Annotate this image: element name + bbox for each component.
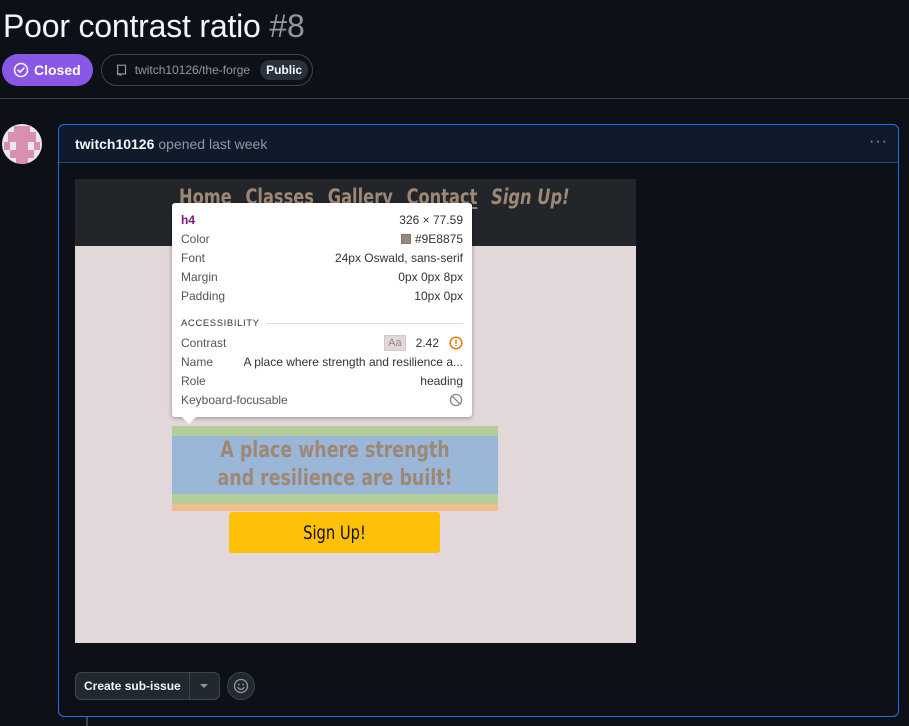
tooltip-tag: h4 <box>181 213 196 227</box>
tooltip-row-padding: Padding 10px 0px <box>181 288 463 303</box>
tooltip-row-role: Role heading <box>181 373 463 388</box>
check-circle-icon <box>13 62 29 78</box>
repo-icon <box>116 64 126 77</box>
screenshot-nav-signup: Sign Up! <box>491 185 570 209</box>
tooltip-row-margin: Margin 0px 0px 8px <box>181 269 463 284</box>
smiley-icon <box>233 678 248 694</box>
issue-number: #8 <box>269 8 305 44</box>
devtools-inspect-tooltip: h4 326 × 77.59 Color #9E8875 Font 24px O… <box>172 203 472 424</box>
tooltip-row-color: Color #9E8875 <box>181 231 463 246</box>
issue-meta: Closed twitch10126/the-forge Public <box>2 54 314 86</box>
comment-screenshot[interactable]: Home Classes Gallery Contact Sign Up! A … <box>75 179 636 643</box>
warning-icon <box>449 335 463 350</box>
issue-comment: twitch10126 opened last week ··· Home Cl… <box>58 124 899 717</box>
avatar[interactable] <box>2 124 42 164</box>
not-focusable-icon <box>449 393 463 406</box>
timeline-line <box>86 717 88 726</box>
create-sub-issue-button[interactable]: Create sub-issue <box>76 673 190 699</box>
header-divider <box>0 98 909 99</box>
tooltip-row-name: Name A place where strength and resilien… <box>181 354 463 369</box>
status-label: Closed <box>34 62 81 78</box>
repo-link[interactable]: twitch10126/the-forge Public <box>100 54 314 86</box>
screenshot-heading: A place where strength and resilience ar… <box>217 438 453 491</box>
create-sub-issue-dropdown[interactable] <box>190 673 219 699</box>
contrast-sample: Aa <box>384 334 406 351</box>
tooltip-accessibility-section: ACCESSIBILITY <box>181 313 463 333</box>
comment-actions: Create sub-issue <box>75 672 255 700</box>
tooltip-row-focusable: Keyboard-focusable <box>181 390 463 409</box>
screenshot-signup-button: Sign Up! <box>229 512 440 553</box>
comment-author[interactable]: twitch10126 <box>75 136 154 152</box>
comment-header: twitch10126 opened last week <box>59 125 898 163</box>
issue-title-text: Poor contrast ratio <box>3 8 261 44</box>
screenshot-heading-highlight: A place where strength and resilience ar… <box>172 426 498 511</box>
add-reaction-button[interactable] <box>226 672 255 700</box>
contrast-value: 2.42 <box>415 335 439 350</box>
tooltip-row-font: Font 24px Oswald, sans-serif <box>181 250 463 265</box>
visibility-badge: Public <box>260 60 309 80</box>
comment-action: opened last week <box>158 135 268 152</box>
tooltip-size: 326 × 77.59 <box>399 213 463 227</box>
issue-title: Poor contrast ratio #8 <box>3 8 305 45</box>
repo-name: twitch10126/the-forge <box>134 63 251 77</box>
color-swatch-icon <box>400 233 411 244</box>
status-badge: Closed <box>2 54 93 86</box>
kebab-menu-icon[interactable]: ··· <box>869 134 888 150</box>
caret-down-icon <box>200 684 209 688</box>
tooltip-row-contrast: Contrast Aa 2.42 <box>181 333 463 352</box>
create-sub-issue-group: Create sub-issue <box>75 672 220 700</box>
